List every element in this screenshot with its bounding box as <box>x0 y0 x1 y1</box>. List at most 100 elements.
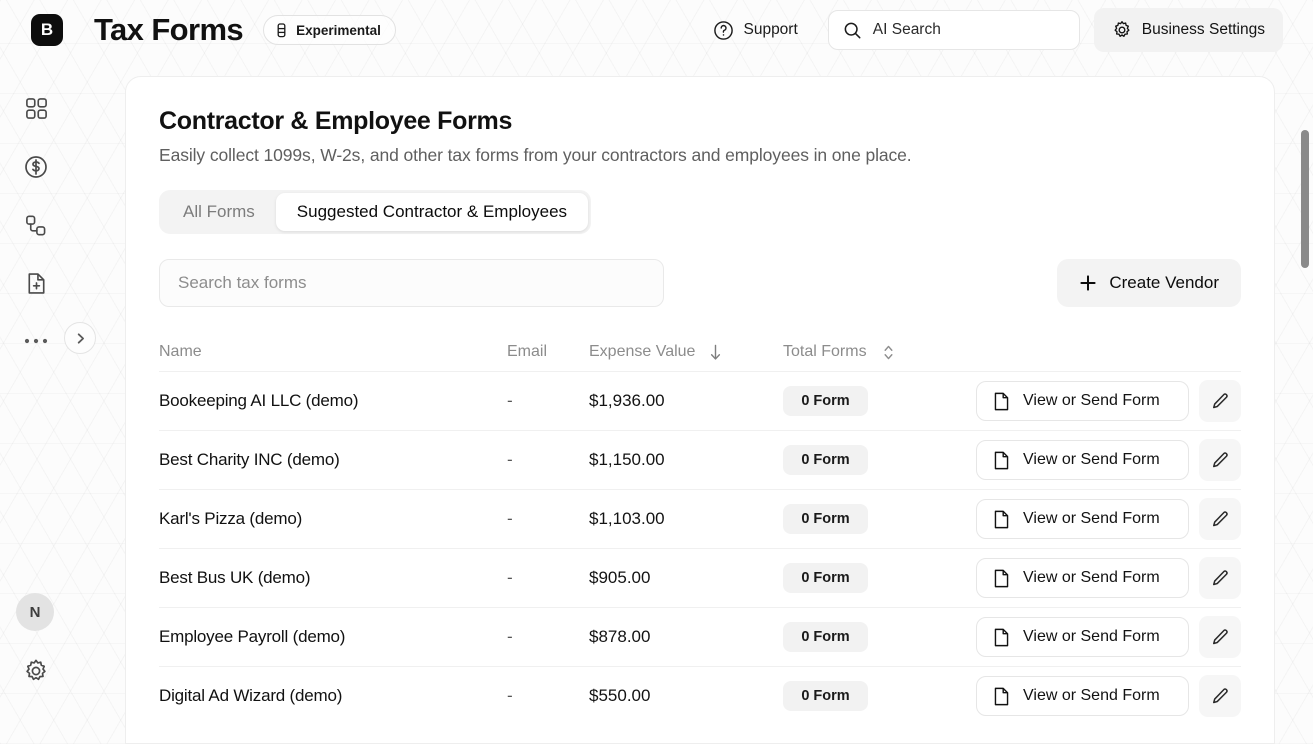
column-header-email[interactable]: Email <box>507 343 589 361</box>
app-root: B Tax Forms Experimental Support AI Sear… <box>0 0 1313 744</box>
tab-all-forms[interactable]: All Forms <box>162 193 276 231</box>
edit-row-button[interactable] <box>1199 616 1241 658</box>
cell-name: Best Charity INC (demo) <box>159 450 340 469</box>
document-icon <box>993 687 1010 706</box>
view-or-send-form-label: View or Send Form <box>1023 510 1160 527</box>
create-vendor-button[interactable]: Create Vendor <box>1057 259 1241 307</box>
avatar[interactable]: N <box>16 593 54 631</box>
sort-descending-icon <box>709 344 722 361</box>
table-row[interactable]: Digital Ad Wizard (demo) - $550.00 0 Form Vi… <box>159 666 1241 725</box>
flask-icon <box>275 22 288 38</box>
cell-email: - <box>507 509 513 528</box>
cell-email: - <box>507 450 513 469</box>
cell-email: - <box>507 568 513 587</box>
cell-email: - <box>507 627 513 646</box>
column-header-expense-value[interactable]: Expense Value <box>589 343 783 361</box>
brand-logo[interactable]: B <box>31 14 63 46</box>
business-settings-label: Business Settings <box>1141 21 1265 38</box>
scrollbar-thumb[interactable] <box>1301 130 1309 268</box>
support-button[interactable]: Support <box>697 10 813 50</box>
table-row[interactable]: Best Bus UK (demo) - $905.00 0 Form View or … <box>159 548 1241 607</box>
support-label: Support <box>743 21 798 38</box>
row-actions: View or Send Form <box>976 498 1241 540</box>
status-badge: 0 Form <box>783 681 868 711</box>
view-or-send-form-label: View or Send Form <box>1023 392 1160 409</box>
sidebar-item-more[interactable] <box>16 321 56 361</box>
edit-row-button[interactable] <box>1199 557 1241 599</box>
main-content-card: Contractor & Employee Forms Easily colle… <box>125 76 1275 744</box>
view-or-send-form-label: View or Send Form <box>1023 451 1160 468</box>
gear-icon <box>23 658 49 684</box>
search-placeholder: Search tax forms <box>178 273 307 292</box>
cell-expense: $905.00 <box>589 568 651 587</box>
gear-icon <box>1112 20 1132 40</box>
section-title: Contractor & Employee Forms <box>159 107 513 135</box>
column-header-name[interactable]: Name <box>159 343 507 361</box>
more-ellipsis-icon <box>23 337 49 345</box>
sidebar-item-settings[interactable] <box>16 651 56 691</box>
edit-row-button[interactable] <box>1199 675 1241 717</box>
sidebar-item-payments[interactable] <box>16 147 56 187</box>
cell-expense: $1,936.00 <box>589 391 665 410</box>
row-actions: View or Send Form <box>976 439 1241 481</box>
cell-name: Employee Payroll (demo) <box>159 627 346 646</box>
experimental-badge[interactable]: Experimental <box>263 15 396 45</box>
cell-name: Karl's Pizza (demo) <box>159 509 303 528</box>
status-badge: 0 Form <box>783 622 868 652</box>
topbar-actions: Support AI Search Business Settings <box>697 0 1313 60</box>
document-plus-icon <box>24 271 49 296</box>
sidebar-item-dashboard[interactable] <box>16 88 56 128</box>
table-body: Bookeeping AI LLC (demo) - $1,936.00 0 Form… <box>159 371 1241 725</box>
tab-suggested-contractor-employees[interactable]: Suggested Contractor & Employees <box>275 193 589 231</box>
edit-row-button[interactable] <box>1199 380 1241 422</box>
status-badge: 0 Form <box>783 445 868 475</box>
row-actions: View or Send Form <box>976 557 1241 599</box>
sidebar-expand-button[interactable] <box>64 322 96 354</box>
cell-expense: $1,150.00 <box>589 450 665 469</box>
status-badge: 0 Form <box>783 504 868 534</box>
view-or-send-form-button[interactable]: View or Send Form <box>976 676 1189 716</box>
table-row[interactable]: Employee Payroll (demo) - $878.00 0 Form Vie… <box>159 607 1241 666</box>
cell-expense: $878.00 <box>589 627 651 646</box>
chevron-right-icon <box>74 332 87 345</box>
column-header-expense-value-label: Expense Value <box>589 343 696 360</box>
table-row[interactable]: Best Charity INC (demo) - $1,150.00 0 Form V… <box>159 430 1241 489</box>
business-settings-button[interactable]: Business Settings <box>1093 8 1283 52</box>
view-or-send-form-button[interactable]: View or Send Form <box>976 499 1189 539</box>
pencil-icon <box>1211 628 1230 647</box>
edit-row-button[interactable] <box>1199 498 1241 540</box>
experimental-label: Experimental <box>296 22 381 38</box>
pencil-icon <box>1211 392 1230 411</box>
sidebar-item-workflows[interactable] <box>16 205 56 245</box>
table-toolbar: Search tax forms Create Vendor <box>159 259 1241 307</box>
search-input[interactable]: Search tax forms <box>159 259 664 307</box>
table-row[interactable]: Karl's Pizza (demo) - $1,103.00 0 Form View … <box>159 489 1241 548</box>
edit-row-button[interactable] <box>1199 439 1241 481</box>
vertical-scrollbar[interactable] <box>1300 64 1310 740</box>
search-icon <box>843 21 862 40</box>
cell-email: - <box>507 391 513 410</box>
document-icon <box>993 569 1010 588</box>
sidebar-item-new-document[interactable] <box>16 263 56 303</box>
view-or-send-form-button[interactable]: View or Send Form <box>976 617 1189 657</box>
view-or-send-form-button[interactable]: View or Send Form <box>976 440 1189 480</box>
table-row[interactable]: Bookeeping AI LLC (demo) - $1,936.00 0 Form… <box>159 371 1241 430</box>
dashboard-grid-icon <box>24 96 49 121</box>
tab-group: All Forms Suggested Contractor & Employe… <box>159 190 592 234</box>
cell-expense: $1,103.00 <box>589 509 665 528</box>
status-badge: 0 Form <box>783 386 868 416</box>
sort-toggle-icon <box>883 344 894 361</box>
ai-search-input[interactable]: AI Search <box>827 10 1080 50</box>
table-header-row: Name Email Expense Value Total Forms <box>159 333 1241 371</box>
status-badge: 0 Form <box>783 563 868 593</box>
view-or-send-form-button[interactable]: View or Send Form <box>976 558 1189 598</box>
cell-name: Best Bus UK (demo) <box>159 568 311 587</box>
cell-expense: $550.00 <box>589 686 651 705</box>
view-or-send-form-button[interactable]: View or Send Form <box>976 381 1189 421</box>
column-header-total-forms-label: Total Forms <box>783 343 867 360</box>
top-bar: B Tax Forms Experimental Support AI Sear… <box>0 0 1313 60</box>
column-header-total-forms[interactable]: Total Forms <box>783 343 894 361</box>
help-circle-icon <box>713 20 734 41</box>
left-sidebar: N <box>0 60 96 744</box>
cell-name: Bookeeping AI LLC (demo) <box>159 391 359 410</box>
